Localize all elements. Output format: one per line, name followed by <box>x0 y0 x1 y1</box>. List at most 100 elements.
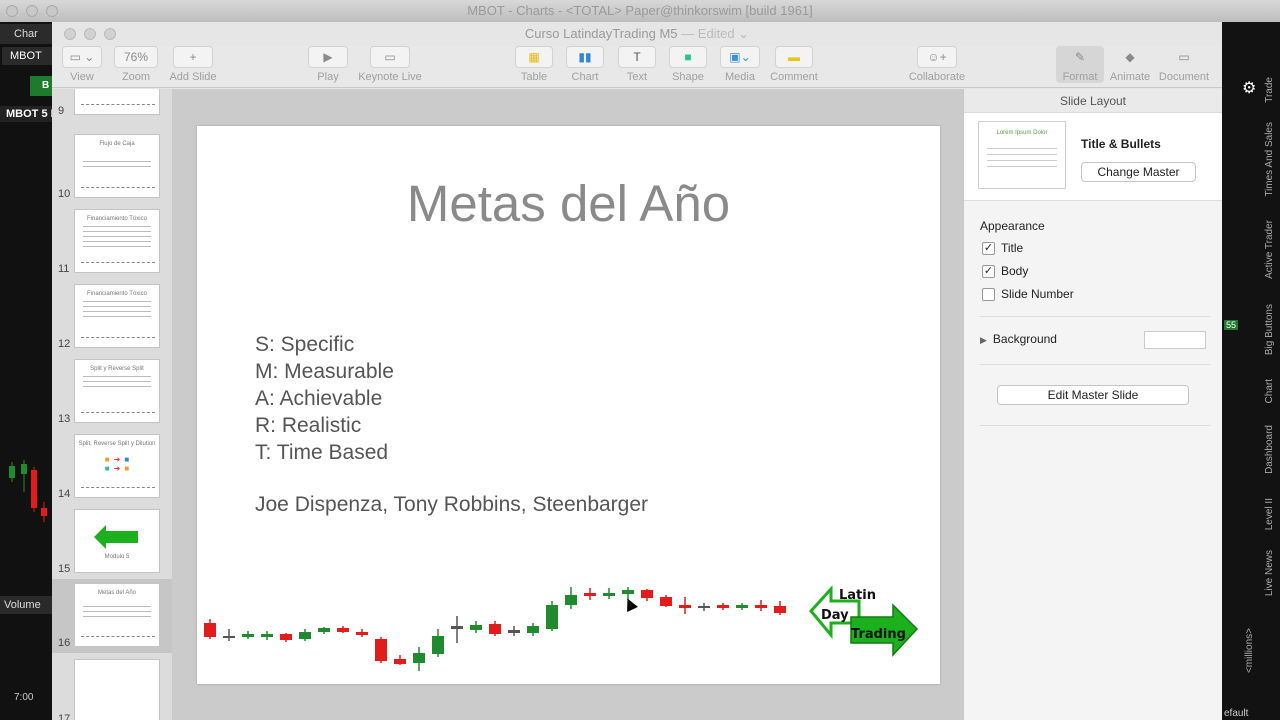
tos-window-title: MBOT - Charts - <TOTAL> Paper@thinkorswi… <box>467 3 813 18</box>
view-button[interactable]: ▭ ⌄ View <box>60 46 104 83</box>
tos-tab-active-trader[interactable]: Active Trader <box>1264 220 1275 279</box>
tos-tab-level2[interactable]: Level II <box>1264 498 1275 530</box>
candle-body <box>242 634 254 637</box>
change-master-button[interactable]: Change Master <box>1081 162 1196 182</box>
slide-thumb-image: Financiamiento Tóxico <box>74 284 160 348</box>
slide[interactable]: Metas del Año S: Specific M: Measurable … <box>197 126 940 684</box>
thumb-title: Metas del Año <box>97 590 137 596</box>
candle-body <box>356 632 368 635</box>
candle-body <box>660 597 672 606</box>
tos-tab-live-news[interactable]: Live News <box>1264 550 1275 596</box>
tos-mini-candles <box>9 460 47 522</box>
thumb-title: Split, Reverse Split y Dilution <box>78 441 156 447</box>
candle-body <box>280 634 292 640</box>
slide-thumbnail[interactable]: Split, Reverse Split y Dilution ■ ➜ ■ ■ ➜ ■ … <box>52 432 172 504</box>
slide-thumbnail[interactable]: Modulo 5 15 <box>52 507 172 579</box>
background-label: Background <box>992 332 1057 346</box>
slide-thumb-image: Split y Reverse Split <box>74 359 160 423</box>
tos-tab-chart[interactable]: Chart <box>1264 379 1275 403</box>
keynote-live-button[interactable]: ▭ Keynote Live <box>356 46 424 83</box>
candle-body <box>299 632 311 639</box>
collaborate-button[interactable]: ☺+ Collaborate <box>908 46 966 83</box>
play-icon: ▶ <box>308 46 348 68</box>
add-slide-label: Add Slide <box>169 71 217 83</box>
tos-window-controls[interactable] <box>6 5 58 17</box>
checkmark-icon: ✓ <box>982 241 995 255</box>
slide-authors[interactable]: Joe Dispenza, Tony Robbins, Steenbarger <box>255 493 648 517</box>
slide-layout-section: Lorem Ipsum Dolor Title & Bullets Change… <box>964 113 1222 201</box>
add-slide-button[interactable]: + Add Slide <box>168 46 218 83</box>
zoom-icon[interactable] <box>104 28 116 40</box>
media-icon: ▣⌄ <box>720 46 760 68</box>
format-button[interactable]: ✎ Format <box>1056 46 1104 83</box>
shape-button[interactable]: ■ Shape <box>669 46 707 83</box>
thumb-title: Split y Reverse Split <box>90 366 144 372</box>
slide-number-checkbox[interactable]: Slide Number <box>982 287 1074 301</box>
tos-tab-big-buttons[interactable]: Big Buttons <box>1264 304 1275 355</box>
zoom-label: Zoom <box>121 71 151 83</box>
candle-body <box>565 595 577 605</box>
text-button[interactable]: T Text <box>618 46 656 83</box>
slide-thumbnail[interactable]: Financiamiento Tóxico 12 <box>52 282 172 354</box>
window-controls[interactable] <box>64 28 116 40</box>
slide-thumbnail[interactable]: 9 <box>52 89 172 121</box>
animate-icon: ◆ <box>1125 50 1135 64</box>
bullet-item: R: Realistic <box>255 414 362 437</box>
candle-body <box>337 628 349 632</box>
tos-chart-tab[interactable]: Char <box>0 24 52 44</box>
slide-thumb-image: Split, Reverse Split y Dilution ■ ➜ ■ ■ ➜ ■ <box>74 434 160 498</box>
slide-thumbnail[interactable]: Flujo de Caja 10 <box>52 132 172 204</box>
slide-thumbnail[interactable]: Split y Reverse Split 13 <box>52 357 172 429</box>
background-disclosure[interactable]: ▶ Background <box>980 332 1057 346</box>
background-color-well[interactable] <box>1144 331 1206 349</box>
keynote-live-label: Keynote Live <box>358 71 422 83</box>
divider <box>980 364 1210 365</box>
tos-buy-button[interactable]: B <box>30 76 52 96</box>
bullet-item: T: Time Based <box>255 441 389 464</box>
slide-thumbnail[interactable]: Financiamiento Tóxico 11 <box>52 207 172 279</box>
slide-number: 10 <box>58 188 71 200</box>
tos-tab-dashboard[interactable]: Dashboard <box>1264 425 1275 474</box>
chart-button[interactable]: ▮▮ Chart <box>566 46 604 83</box>
candle-body <box>698 606 710 608</box>
tos-tab-trade[interactable]: Trade <box>1264 77 1275 103</box>
document-button[interactable]: ▭ Document <box>1156 46 1212 83</box>
document-label: Document <box>1158 71 1210 83</box>
slide-thumbnail-selected[interactable]: Metas del Año 16 <box>52 579 172 653</box>
slide-thumb-image: Metas del Año <box>74 583 160 647</box>
minimize-icon[interactable] <box>84 28 96 40</box>
bullet-item: S: Specific <box>255 333 355 356</box>
edited-status[interactable]: — Edited ⌄ <box>681 26 749 41</box>
table-icon: ▦ <box>515 46 553 68</box>
text-label: Text <box>626 71 648 83</box>
slide-number-checkbox-label: Slide Number <box>1001 287 1074 301</box>
tos-left-panel: Char MBOT B MBOT 5 D Volume 7:00 <box>0 22 52 720</box>
zoom-menu[interactable]: 76% Zoom <box>114 46 158 83</box>
slide-thumb-image: Flujo de Caja <box>74 134 160 198</box>
slide-title[interactable]: Metas del Año <box>197 174 940 233</box>
slide-thumb-image: Modulo 5 <box>74 509 160 573</box>
tos-tab-times-sales[interactable]: Times And Sales <box>1264 122 1275 197</box>
table-button[interactable]: ▦ Table <box>515 46 553 83</box>
checkmark-icon: ✓ <box>982 264 995 278</box>
candle-body <box>508 630 520 633</box>
body-checkbox[interactable]: ✓ Body <box>982 264 1028 278</box>
media-button[interactable]: ▣⌄ Media <box>720 46 760 83</box>
edit-master-slide-button[interactable]: Edit Master Slide <box>997 385 1189 405</box>
gear-icon[interactable]: ⚙ <box>1242 78 1256 98</box>
candle-body <box>204 623 216 637</box>
slide-number: 17 <box>58 713 71 720</box>
layout-thumbnail[interactable]: Lorem Ipsum Dolor <box>978 121 1066 189</box>
tos-symbol-field[interactable]: MBOT <box>2 47 52 65</box>
play-button[interactable]: ▶ Play <box>308 46 348 83</box>
candle-body <box>261 634 273 637</box>
comment-button[interactable]: ▬ Comment <box>770 46 818 83</box>
disclosure-triangle-icon: ▶ <box>980 335 987 345</box>
animate-button[interactable]: ◆ Animate <box>1106 46 1154 83</box>
title-checkbox[interactable]: ✓ Title <box>982 241 1023 255</box>
tos-time-label: 7:00 <box>14 692 34 703</box>
close-icon[interactable] <box>64 28 76 40</box>
slide-bullets[interactable]: S: Specific M: Measurable A: Achievable … <box>255 331 394 466</box>
slide-thumbnail[interactable]: 17 <box>52 657 172 720</box>
tos-millions-label: <millions> <box>1244 628 1255 674</box>
